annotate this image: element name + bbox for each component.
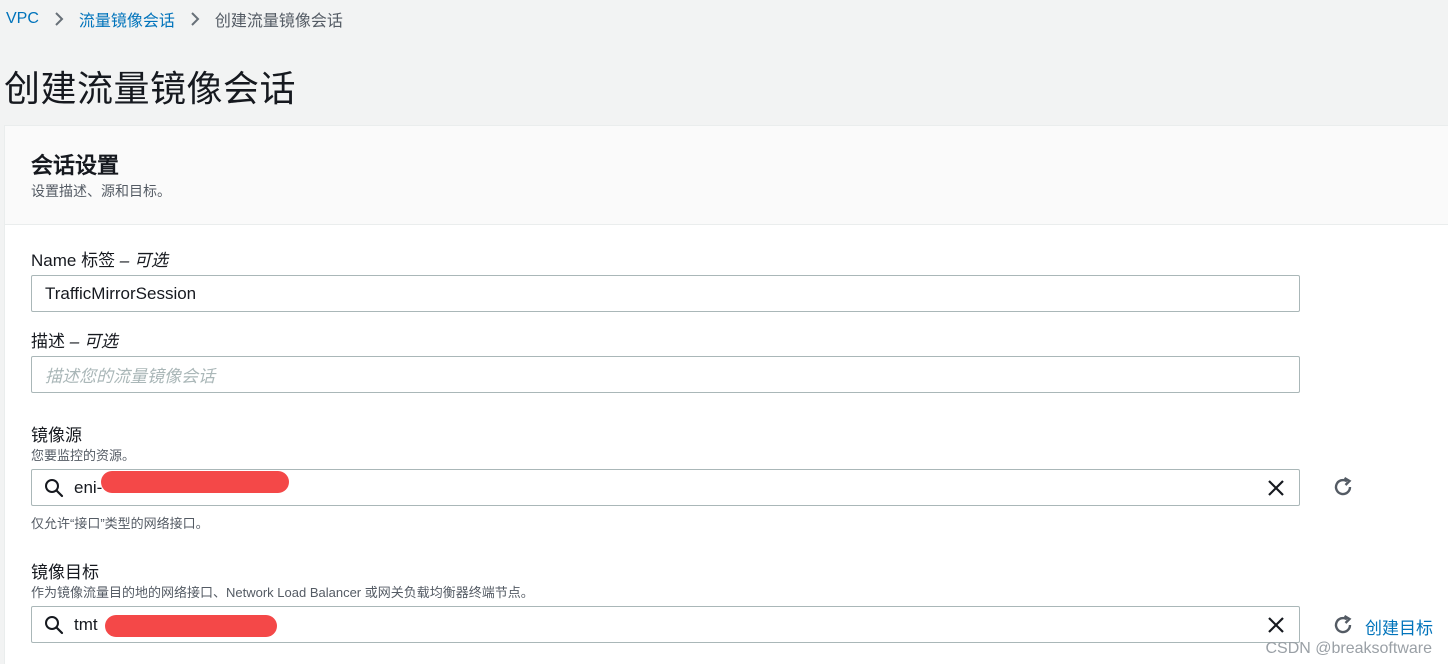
name-tag-label-text: Name 标签 [31,251,116,270]
refresh-icon[interactable] [1332,614,1354,636]
mirror-target-label: 镜像目标 [31,563,99,582]
clear-icon[interactable] [1267,479,1285,497]
optional-marker: – 可选 [115,251,168,270]
create-target-link[interactable]: 创建目标 [1365,614,1433,639]
mirror-source-label: 镜像源 [31,426,82,445]
description-input[interactable]: 描述您的流量镜像会话 [31,356,1300,393]
session-settings-panel: 会话设置 设置描述、源和目标。 Name 标签 – 可选 TrafficMirr… [4,125,1448,664]
panel-title: 会话设置 [31,153,120,178]
redaction-mark [101,471,289,493]
search-icon [45,615,64,634]
mirror-source-description: 您要监控的资源。 [31,448,136,463]
optional-marker: – 可选 [65,332,118,351]
panel-header: 会话设置 设置描述、源和目标。 [5,126,1448,225]
watermark: CSDN @breaksoftware [1265,640,1432,657]
description-placeholder: 描述您的流量镜像会话 [45,367,215,386]
clear-icon[interactable] [1267,616,1285,634]
breadcrumb: VPC 流量镜像会话 创建流量镜像会话 [6,8,343,30]
search-icon [45,478,64,497]
mirror-target-value: tmt [74,614,98,634]
chevron-right-icon [175,12,215,26]
name-tag-label: Name 标签 – 可选 [31,246,168,271]
description-label: 描述 – 可选 [31,327,118,352]
description-label-text: 描述 [31,332,65,351]
refresh-icon[interactable] [1332,476,1354,498]
mirror-source-hint: 仅允许“接口”类型的网络接口。 [31,516,209,531]
panel-description: 设置描述、源和目标。 [31,183,171,199]
name-tag-input[interactable]: TrafficMirrorSession [31,275,1300,312]
mirror-source-value: eni- [74,477,103,497]
page-title: 创建流量镜像会话 [4,68,297,109]
redaction-mark [105,615,277,637]
breadcrumb-vpc-link[interactable]: VPC [6,10,39,28]
name-tag-value: TrafficMirrorSession [45,283,197,303]
chevron-right-icon [39,12,79,26]
breadcrumb-current: 创建流量镜像会话 [214,13,343,30]
breadcrumb-mirror-sessions-link[interactable]: 流量镜像会话 [79,7,175,31]
mirror-target-description: 作为镜像流量目的地的网络接口、Network Load Balancer 或网关… [31,585,534,600]
